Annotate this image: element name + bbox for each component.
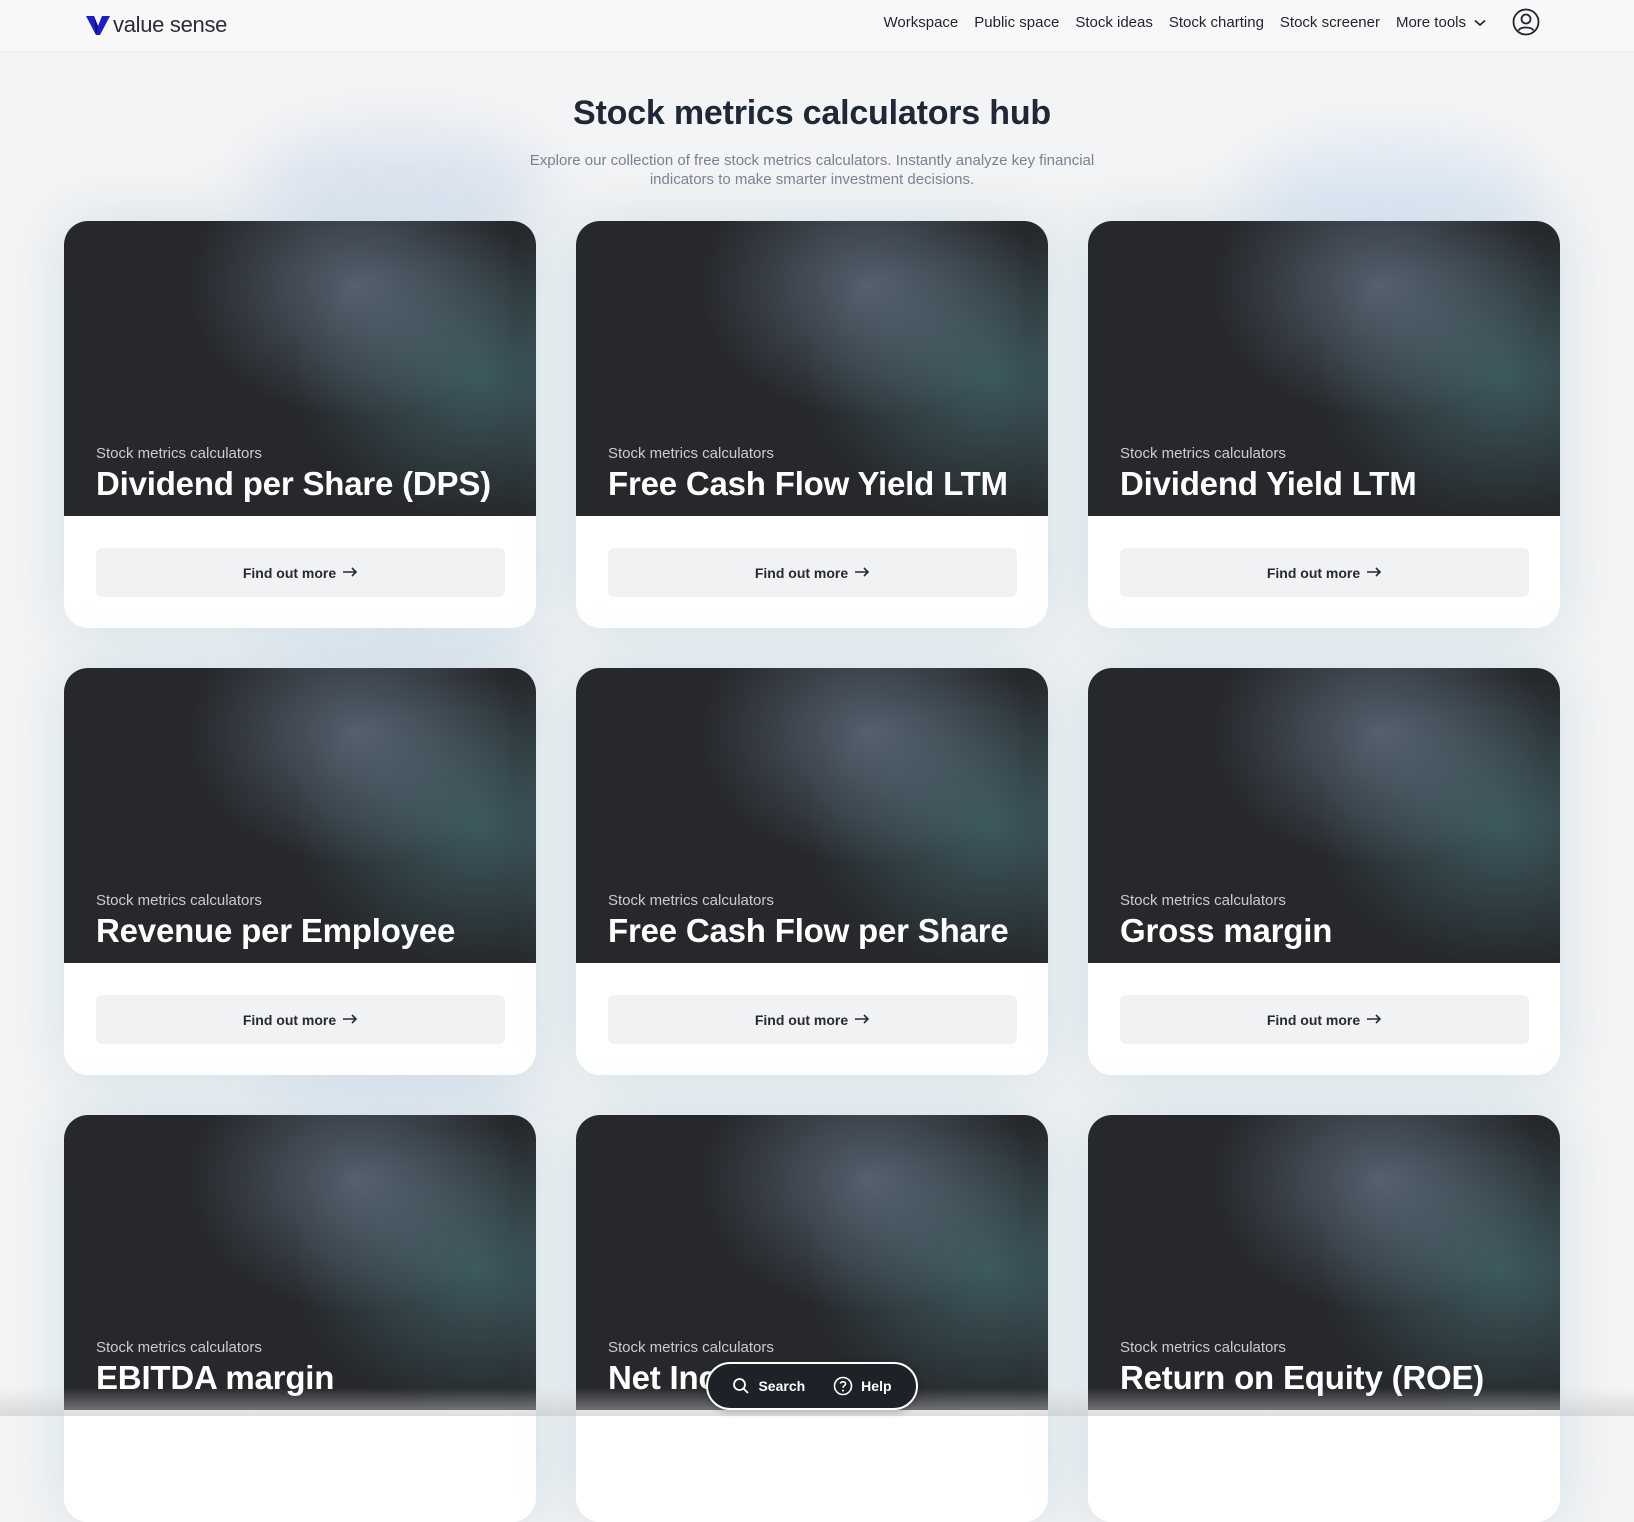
card-category: Stock metrics calculators [96,445,262,462]
card-category: Stock metrics calculators [1120,892,1286,909]
page-subtitle-line: Explore our collection of free stock met… [529,152,1095,169]
help-icon [833,1376,853,1396]
calculator-card[interactable]: Stock metrics calculators Dividend Yield… [1088,221,1560,628]
card-banner: Stock metrics calculators Dividend Yield… [1088,221,1560,516]
card-banner: Stock metrics calculators Free Cash Flow… [576,668,1048,963]
card-title: Dividend Yield LTM [1120,465,1417,502]
calculator-card[interactable]: Stock metrics calculators Free Cash Flow… [576,668,1048,1075]
card-category: Stock metrics calculators [1120,1339,1286,1356]
card-banner: Stock metrics calculators Return on Equi… [1088,1115,1560,1410]
calculator-card[interactable]: Stock metrics calculators Revenue per Em… [64,668,536,1075]
chevron-down-icon [1474,14,1486,31]
card-title: Gross margin [1120,912,1333,949]
card-category: Stock metrics calculators [1120,445,1286,462]
card-banner: Stock metrics calculators EBITDA margin [64,1115,536,1410]
card-category: Stock metrics calculators [96,1339,262,1356]
nav-stock-ideas[interactable]: Stock ideas [1075,14,1153,31]
nav-stock-charting[interactable]: Stock charting [1169,14,1264,31]
find-out-more-button[interactable]: Find out more [1120,995,1529,1044]
help-button[interactable]: Help [833,1376,892,1396]
card-title: Dividend per Share (DPS) [96,465,491,502]
calculator-card[interactable]: Stock metrics calculators EBITDA margin [64,1115,536,1522]
search-icon [733,1378,750,1394]
calculator-card[interactable]: Stock metrics calculators Free Cash Flow… [576,221,1048,628]
card-title: Free Cash Flow per Share [608,912,1009,949]
card-title: Revenue per Employee [96,912,456,949]
card-banner: Stock metrics calculators Revenue per Em… [64,668,536,963]
nav-workspace[interactable]: Workspace [884,14,959,31]
page-title: Stock metrics calculators hub [573,94,1051,132]
find-out-more-button[interactable]: Find out more [608,995,1017,1044]
card-banner: Stock metrics calculators Dividend per S… [64,221,536,516]
card-category: Stock metrics calculators [608,892,774,909]
arrow-right-icon [342,564,358,582]
floating-action-bar: Search Help [706,1362,918,1410]
page-subtitle-line: indicators to make smarter investment de… [649,171,975,188]
value-sense-logo-icon [85,14,111,36]
calculator-card[interactable]: Stock metrics calculators Dividend per S… [64,221,536,628]
main-nav: Workspace Public space Stock ideas Stock… [868,0,1487,44]
user-account-icon[interactable] [1512,8,1540,36]
calculator-card[interactable]: Stock metrics calculators Return on Equi… [1088,1115,1560,1522]
search-label: Search [758,1378,806,1394]
nav-stock-screener[interactable]: Stock screener [1280,14,1380,31]
arrow-right-icon [1366,564,1382,582]
find-out-more-button[interactable]: Find out more [96,548,505,597]
card-category: Stock metrics calculators [96,892,262,909]
find-out-more-label: Find out more [754,564,849,581]
search-button[interactable]: Search [732,1377,805,1395]
find-out-more-label: Find out more [1266,564,1361,581]
find-out-more-label: Find out more [242,564,337,581]
card-category: Stock metrics calculators [608,1339,774,1356]
brand-logo[interactable]: value sense [85,12,227,38]
arrow-right-icon [1366,1011,1382,1029]
find-out-more-button[interactable]: Find out more [608,548,1017,597]
top-navbar: value sense Workspace Public space Stock… [0,0,1634,52]
page-subtitle: Explore our collection of free stock met… [500,151,1124,189]
find-out-more-label: Find out more [242,1011,337,1028]
help-label: Help [861,1378,892,1394]
calculator-card[interactable]: Stock metrics calculators Net Inc [576,1115,1048,1522]
card-banner: Stock metrics calculators Gross margin [1088,668,1560,963]
card-banner: Stock metrics calculators Free Cash Flow… [576,221,1048,516]
find-out-more-button[interactable]: Find out more [96,995,505,1044]
arrow-right-icon [854,564,870,582]
card-title: Free Cash Flow Yield LTM [608,465,1008,502]
nav-public-space[interactable]: Public space [974,14,1059,31]
calculator-card[interactable]: Stock metrics calculators Gross margin F… [1088,668,1560,1075]
nav-more-tools-label: More tools [1395,13,1466,31]
nav-more-tools[interactable]: More tools [1396,14,1486,31]
arrow-right-icon [854,1011,870,1029]
brand-name: value sense [113,12,228,37]
card-category: Stock metrics calculators [608,445,774,462]
find-out-more-label: Find out more [1266,1011,1361,1028]
arrow-right-icon [342,1011,358,1029]
find-out-more-button[interactable]: Find out more [1120,548,1529,597]
find-out-more-label: Find out more [754,1011,849,1028]
